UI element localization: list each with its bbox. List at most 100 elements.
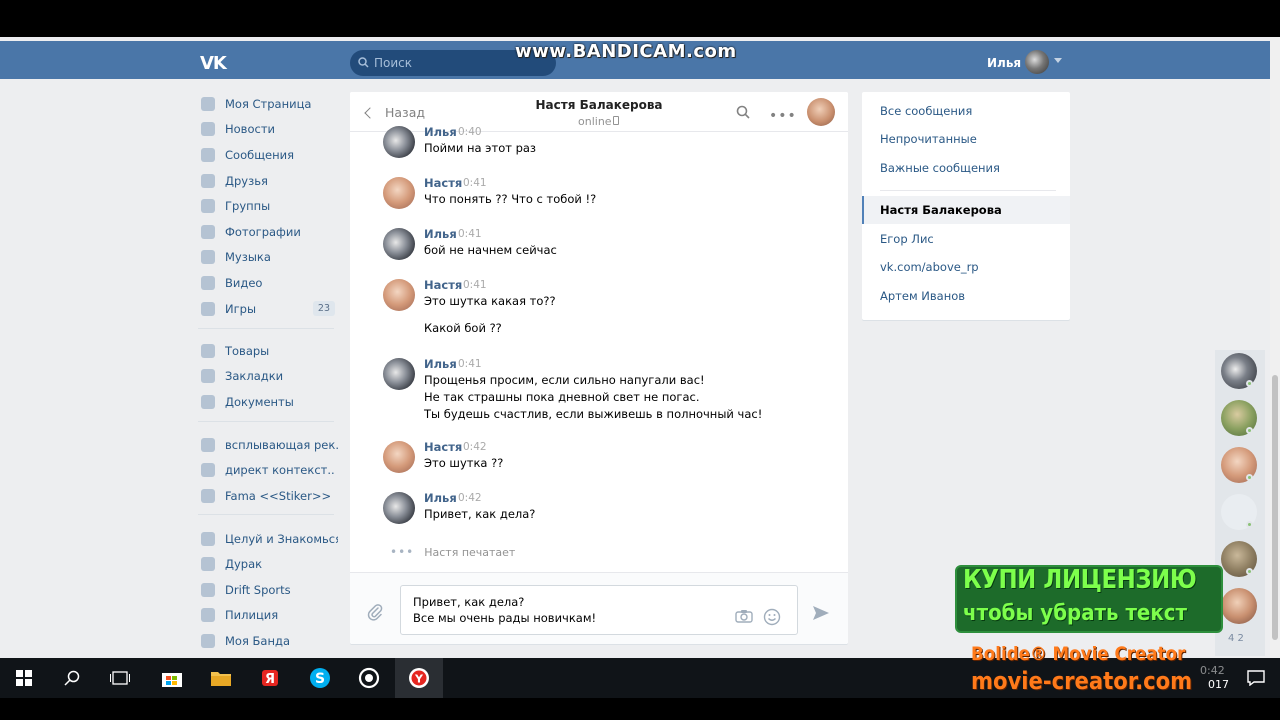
send-icon[interactable] bbox=[812, 605, 830, 621]
yandex-icon: Я bbox=[262, 670, 278, 687]
menu-item-bookmarks[interactable]: Закладки bbox=[198, 365, 338, 387]
panel-divider bbox=[880, 190, 1056, 191]
message-input[interactable]: Привет, как дела? Все мы очень рады нови… bbox=[400, 585, 798, 635]
message-author[interactable]: Илья bbox=[424, 227, 457, 241]
filter-all-messages[interactable]: Все сообщения bbox=[862, 97, 1070, 125]
menu-item-community[interactable]: Fama <<Stiker>> bbox=[198, 485, 338, 507]
header-user-name[interactable]: Илья bbox=[987, 56, 1021, 70]
camera-icon[interactable] bbox=[735, 609, 753, 623]
menu-item-app[interactable]: Целуй и Знакомься bbox=[198, 528, 338, 550]
menu-item-my-page[interactable]: Моя Страница bbox=[198, 93, 338, 115]
taskbar-bandicam[interactable] bbox=[345, 658, 393, 698]
message-author[interactable]: Илья bbox=[424, 491, 457, 505]
record-icon bbox=[358, 667, 380, 689]
message-time: 0:41 bbox=[458, 358, 482, 370]
message-author[interactable]: Илья bbox=[424, 357, 457, 371]
menu-item-news[interactable]: Новости bbox=[198, 118, 338, 140]
svg-text:S: S bbox=[315, 671, 325, 687]
header-avatar[interactable] bbox=[1025, 50, 1049, 74]
app-icon bbox=[201, 634, 215, 648]
groups-icon bbox=[201, 199, 215, 213]
menu-item-app[interactable]: Пилиция bbox=[198, 604, 338, 626]
notification-icon bbox=[1247, 670, 1265, 686]
menu-item-goods[interactable]: Товары bbox=[198, 340, 338, 362]
menu-item-community[interactable]: всплывающая рек.. bbox=[198, 434, 338, 456]
svg-text:Я: Я bbox=[265, 672, 275, 687]
taskbar-store[interactable] bbox=[148, 658, 196, 698]
community-icon bbox=[201, 463, 215, 477]
taskbar-skype[interactable]: S bbox=[296, 658, 344, 698]
typing-dots-icon: ••• bbox=[390, 545, 415, 559]
start-button[interactable] bbox=[0, 658, 48, 698]
app-icon bbox=[201, 608, 215, 622]
photos-icon bbox=[201, 225, 215, 239]
message-author[interactable]: Илья bbox=[424, 125, 457, 139]
app-icon bbox=[201, 583, 215, 597]
taskbar-yandex-browser-old[interactable]: Я bbox=[246, 658, 294, 698]
menu-divider bbox=[198, 421, 334, 422]
notifications-button[interactable] bbox=[1232, 658, 1280, 698]
message-time: 0:42 bbox=[458, 492, 482, 504]
more-icon[interactable]: ••• bbox=[769, 108, 797, 124]
message-text: Какой бой ?? bbox=[424, 321, 502, 335]
menu-item-groups[interactable]: Группы bbox=[198, 195, 338, 217]
games-count-badge: 23 bbox=[312, 301, 335, 316]
chevron-down-icon[interactable] bbox=[1054, 58, 1062, 63]
message-author[interactable]: Настя bbox=[424, 440, 462, 454]
message-author[interactable]: Настя bbox=[424, 278, 462, 292]
avatar[interactable] bbox=[383, 441, 415, 473]
vk-logo[interactable]: VK bbox=[200, 53, 230, 74]
chat-window: Назад Настя Балакерова online ••• Илья 0… bbox=[350, 92, 848, 644]
menu-item-music[interactable]: Музыка bbox=[198, 246, 338, 268]
message-text: Не так страшны пока дневной свет не пога… bbox=[424, 390, 700, 404]
folder-icon bbox=[211, 672, 231, 686]
message-author[interactable]: Настя bbox=[424, 176, 462, 190]
yandex-browser-icon: Y bbox=[409, 668, 429, 688]
dialog-item[interactable]: vk.com/above_rp bbox=[862, 253, 1070, 281]
games-icon bbox=[201, 302, 215, 316]
home-icon bbox=[201, 97, 215, 111]
menu-item-app[interactable]: Drift Sports bbox=[198, 579, 338, 601]
menu-item-documents[interactable]: Документы bbox=[198, 391, 338, 413]
dialog-item[interactable]: Егор Лис bbox=[862, 225, 1070, 253]
avatar[interactable] bbox=[383, 358, 415, 390]
menu-item-messages[interactable]: Сообщения bbox=[198, 144, 338, 166]
menu-item-friends[interactable]: Друзья bbox=[198, 170, 338, 192]
message-text: Ты будешь счастлив, если выживешь в полн… bbox=[424, 407, 763, 421]
menu-item-photos[interactable]: Фотографии bbox=[198, 221, 338, 243]
avatar[interactable] bbox=[383, 279, 415, 311]
dialog-item[interactable]: Артем Иванов bbox=[862, 282, 1070, 310]
documents-icon bbox=[201, 395, 215, 409]
community-icon bbox=[201, 438, 215, 452]
avatar[interactable] bbox=[383, 228, 415, 260]
smile-icon[interactable] bbox=[763, 608, 781, 626]
filter-important[interactable]: Важные сообщения bbox=[862, 154, 1070, 182]
taskbar-yandex-browser[interactable]: Y bbox=[395, 658, 443, 698]
paperclip-icon[interactable] bbox=[367, 603, 383, 621]
peer-avatar[interactable] bbox=[807, 98, 835, 126]
screen: VK Илья Моя Страница Новости Сообщения Д… bbox=[0, 0, 1280, 720]
filter-unread[interactable]: Непрочитанные bbox=[862, 125, 1070, 153]
avatar[interactable] bbox=[383, 126, 415, 158]
avatar[interactable] bbox=[383, 492, 415, 524]
online-indicator bbox=[1246, 521, 1253, 528]
taskbar-explorer[interactable] bbox=[197, 658, 245, 698]
avatar[interactable] bbox=[383, 177, 415, 209]
message-list: Илья 0:40 Пойми на этот раз Настя 0:41 Ч… bbox=[350, 125, 848, 572]
menu-item-app[interactable]: Моя Банда bbox=[198, 630, 338, 652]
search-icon[interactable] bbox=[736, 105, 750, 119]
goods-icon bbox=[201, 344, 215, 358]
peer-status: online bbox=[578, 115, 612, 128]
fast-chat-avatar[interactable] bbox=[1221, 588, 1257, 624]
menu-item-games[interactable]: Игры 23 bbox=[198, 298, 338, 320]
menu-item-app[interactable]: Дурак bbox=[198, 553, 338, 575]
fast-chat-count[interactable]: 4 2 bbox=[1228, 633, 1244, 644]
dialog-item-active[interactable]: Настя Балакерова bbox=[862, 196, 1070, 224]
page-scrollbar-thumb[interactable] bbox=[1272, 375, 1278, 640]
menu-item-community[interactable]: директ контекст.. bbox=[198, 459, 338, 481]
taskbar-search-button[interactable] bbox=[48, 658, 96, 698]
message-time: 0:42 bbox=[463, 441, 487, 453]
search-icon bbox=[64, 670, 80, 686]
task-view-button[interactable] bbox=[96, 658, 144, 698]
menu-item-video[interactable]: Видео bbox=[198, 272, 338, 294]
